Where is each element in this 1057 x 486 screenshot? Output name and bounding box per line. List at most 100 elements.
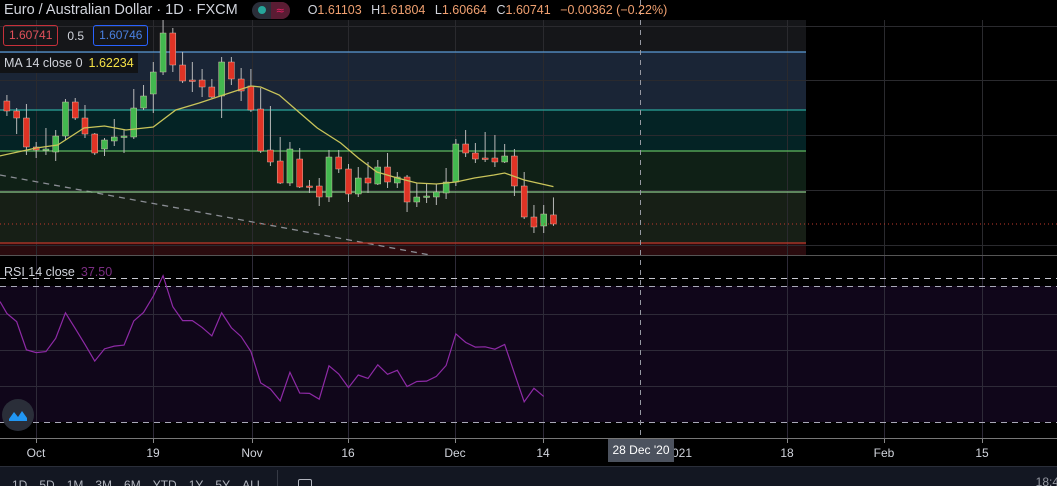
- ma-legend-label: MA 14 close 0: [4, 56, 83, 70]
- candle-down: [550, 214, 557, 225]
- candle-up: [130, 107, 137, 138]
- fib-band: [0, 151, 806, 192]
- candle-down: [267, 149, 274, 163]
- data-delay-icon: ≈: [270, 1, 290, 19]
- candle-up: [355, 177, 362, 195]
- candle-down: [189, 79, 196, 82]
- candle-up: [140, 95, 147, 109]
- time-axis-label: 16: [341, 446, 355, 460]
- rsi-band-background: [0, 286, 1057, 422]
- range-button-5d[interactable]: 5D: [39, 478, 54, 486]
- candle-down: [276, 160, 284, 184]
- candle-down: [247, 85, 255, 111]
- bottom-toolbar: 1D 5D 1M 3M 6M YTD 1Y 5Y ALL 18:4: [0, 466, 1057, 486]
- candle-down: [72, 101, 79, 119]
- ohlc-values: O1.61103 H1.61804 L1.60664 C1.60741 −0.0…: [308, 3, 674, 17]
- candle-down: [3, 100, 11, 112]
- calendar-icon[interactable]: [298, 479, 313, 486]
- candle-up: [111, 136, 118, 142]
- candle-down: [208, 86, 216, 98]
- rsi-legend-label: RSI 14 close: [4, 265, 75, 279]
- time-axis-label: 15: [975, 446, 989, 460]
- time-axis-label: 18: [780, 446, 794, 460]
- sell-button[interactable]: 1.60741: [3, 25, 59, 46]
- tradingview-icon: [9, 411, 27, 421]
- candle-down: [481, 157, 489, 160]
- candle-down: [23, 117, 30, 148]
- time-axis-label: 021: [671, 446, 693, 460]
- candle-down: [296, 158, 303, 188]
- high-label: H: [371, 3, 381, 17]
- range-buttons: 1D 5D 1M 3M 6M YTD 1Y 5Y ALL: [0, 472, 263, 486]
- candle-up: [52, 135, 59, 153]
- candle-down: [511, 155, 518, 187]
- market-status[interactable]: ≈: [251, 1, 290, 19]
- candle-down: [530, 216, 538, 228]
- low-value: 1.60664: [441, 3, 488, 17]
- high-value: 1.61804: [380, 3, 426, 17]
- range-button-ytd[interactable]: YTD: [153, 478, 177, 486]
- range-button-5y[interactable]: 5Y: [215, 478, 230, 486]
- range-button-1y[interactable]: 1Y: [189, 478, 204, 486]
- candle-down: [316, 185, 323, 198]
- candle-down: [198, 79, 206, 88]
- candle-up: [120, 135, 128, 138]
- toolbar-divider: [277, 470, 279, 486]
- range-button-all[interactable]: ALL: [242, 478, 263, 486]
- candle-up: [452, 143, 460, 183]
- range-button-6m[interactable]: 6M: [124, 478, 141, 486]
- time-axis-label: Nov: [241, 446, 263, 460]
- open-value: 1.61103: [317, 3, 362, 17]
- candle-up: [413, 196, 421, 203]
- candle-up: [150, 71, 157, 95]
- market-open-icon: [257, 6, 266, 14]
- candle-down: [81, 117, 89, 135]
- rsi-legend-value: 37.50: [80, 265, 113, 279]
- crosshair-date-label: 28 Dec '20: [608, 439, 674, 462]
- candle-up: [286, 148, 294, 184]
- candle-down: [257, 108, 264, 152]
- candle-down: [13, 110, 20, 119]
- candle-up: [62, 101, 69, 137]
- candle-down: [364, 177, 372, 184]
- candle-up: [159, 32, 167, 73]
- fib-band: [0, 192, 806, 243]
- range-button-3m[interactable]: 3M: [95, 478, 112, 486]
- ma-legend[interactable]: MA 14 close 0 1.62234: [0, 53, 138, 73]
- range-button-1m[interactable]: 1M: [67, 478, 84, 486]
- candle-down: [345, 168, 352, 195]
- change-value: −0.00362 (−0.22%): [560, 3, 668, 17]
- candle-up: [325, 156, 333, 198]
- time-axis-label: Feb: [873, 446, 895, 460]
- candle-up: [540, 213, 547, 227]
- low-label: L: [434, 3, 442, 17]
- candle-up: [433, 191, 440, 198]
- time-axis-label: Oct: [26, 446, 46, 460]
- quote-panel: 1.60741 0.5 1.60746: [3, 25, 149, 46]
- close-label: C: [496, 3, 506, 17]
- candle-down: [179, 64, 186, 82]
- chart-canvas[interactable]: [0, 0, 1057, 466]
- candle-up: [42, 148, 50, 151]
- time-axis-label: Dec: [444, 446, 466, 460]
- ma-legend-value: 1.62234: [88, 56, 134, 70]
- open-label: O: [307, 3, 318, 17]
- candle-down: [462, 143, 469, 154]
- clock-time: 18:4: [1035, 475, 1057, 486]
- symbol-title[interactable]: Euro / Australian Dollar · 1D · FXCM: [0, 2, 238, 18]
- range-button-1d[interactable]: 1D: [12, 478, 27, 486]
- candle-up: [501, 155, 508, 163]
- tradingview-logo-button[interactable]: [2, 399, 34, 431]
- candle-up: [101, 139, 108, 150]
- buy-button[interactable]: 1.60746: [93, 25, 149, 46]
- time-axis-label: 14: [536, 446, 550, 460]
- candle-down: [306, 185, 313, 188]
- fib-band: [0, 243, 806, 255]
- candle-down: [472, 152, 479, 160]
- close-value: 1.60741: [505, 3, 551, 17]
- rsi-legend[interactable]: RSI 14 close 37.50: [4, 265, 112, 279]
- chart-header: Euro / Australian Dollar · 1D · FXCM ≈ O…: [0, 0, 673, 20]
- candle-down: [520, 185, 528, 218]
- time-axis-label: 19: [146, 446, 160, 460]
- fib-band: [0, 110, 806, 151]
